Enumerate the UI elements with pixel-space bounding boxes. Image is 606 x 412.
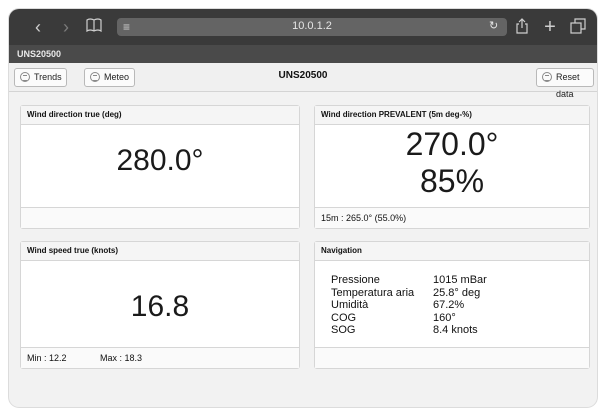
tab-strip: UNS20500 <box>9 45 597 63</box>
navigation-panel: Navigation Pressione 1015 mBar Temperatu… <box>314 241 590 369</box>
nav-label: COG <box>331 311 357 324</box>
trends-button[interactable]: Trends <box>14 68 67 87</box>
reload-icon[interactable]: ↻ <box>489 20 501 32</box>
wind-prevalent-panel: Wind direction PREVALENT (5m deg-%) 270.… <box>314 105 590 229</box>
bookmarks-icon[interactable] <box>85 18 103 36</box>
nav-value: 67.2% <box>433 299 465 311</box>
nav-value: 160° <box>433 311 456 324</box>
panel-footer <box>21 207 299 228</box>
nav-label: Temperatura aria <box>331 286 415 299</box>
nav-value: 8.4 knots <box>433 324 478 336</box>
panel-header: Wind direction PREVALENT (5m deg-%) <box>315 106 589 125</box>
tabs-icon[interactable] <box>569 18 587 36</box>
wind-prevalent-percent: 85% <box>419 163 485 199</box>
panel-header: Wind direction true (deg) <box>21 106 299 125</box>
browser-window: ‹ › ≡ 10.0.1.2 ↻ + UNS20500 Trends Meteo… <box>9 9 597 407</box>
share-icon[interactable] <box>513 18 531 36</box>
reset-icon <box>542 72 552 82</box>
wind-prevalent-value: 270.0° <box>405 126 499 162</box>
reset-data-label: Reset data <box>556 72 580 99</box>
nav-label: SOG <box>331 324 356 336</box>
panel-header: Wind speed true (knots) <box>21 242 299 261</box>
wind-direction-value: 280.0° <box>116 144 204 177</box>
nav-label: Pressione <box>331 274 380 286</box>
url-text: 10.0.1.2 <box>292 20 332 32</box>
meteo-icon <box>90 72 100 82</box>
wind-speed-panel: Wind speed true (knots) 16.8 Min : 12.2 … <box>20 241 300 369</box>
panel-footer <box>315 347 589 368</box>
wind-speed-max: Max : 18.3 <box>100 353 143 363</box>
wind-direction-panel: Wind direction true (deg) 280.0° <box>20 105 300 229</box>
trends-icon <box>20 72 30 82</box>
reset-data-button[interactable]: Reset data <box>536 68 594 99</box>
trends-label: Trends <box>34 72 62 82</box>
wind-prevalent-footer: 15m : 265.0° (55.0%) <box>315 207 589 228</box>
app-toolbar: Trends Meteo UNS20500 Reset data <box>9 63 597 99</box>
browser-toolbar: ‹ › ≡ 10.0.1.2 ↻ + <box>9 9 597 45</box>
nav-value: 1015 mBar <box>433 274 487 286</box>
wind-speed-min: Min : 12.2 <box>27 353 67 363</box>
address-bar[interactable]: ≡ 10.0.1.2 ↻ <box>117 18 507 36</box>
meteo-button[interactable]: Meteo <box>84 68 135 87</box>
nav-label: Umidità <box>331 299 369 311</box>
meteo-label: Meteo <box>104 72 130 82</box>
new-tab-icon[interactable]: + <box>541 17 559 37</box>
back-icon[interactable]: ‹ <box>29 18 47 36</box>
tab-uns20500[interactable]: UNS20500 <box>17 49 61 59</box>
wind-speed-footer: Min : 12.2 Max : 18.3 <box>21 347 299 368</box>
panel-header: Navigation <box>315 242 589 261</box>
wind-speed-value: 16.8 <box>130 290 190 323</box>
forward-icon[interactable]: › <box>57 18 75 36</box>
nav-value: 25.8° deg <box>433 286 481 299</box>
